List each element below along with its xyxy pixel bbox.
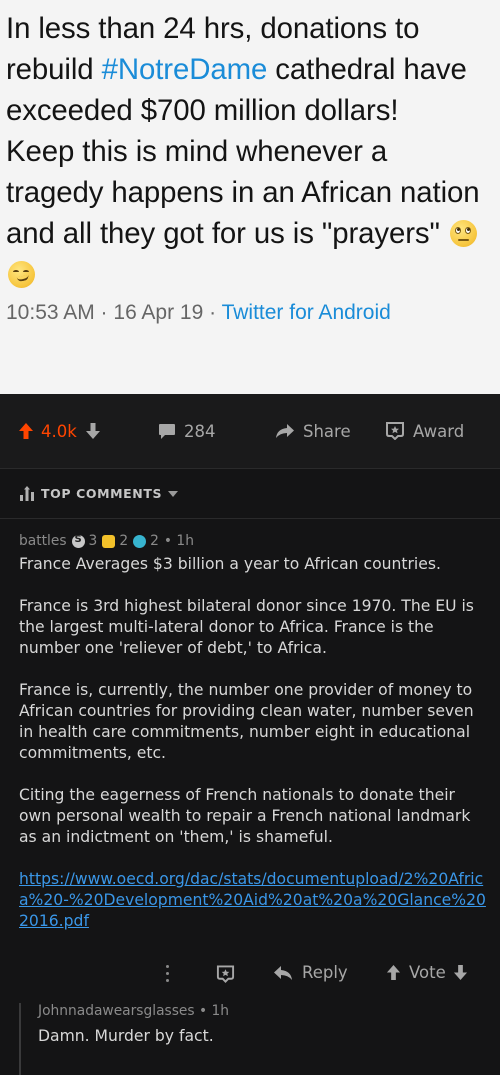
helpful-award-count: 2 <box>150 533 159 549</box>
tweet-screenshot: In less than 24 hrs, donations to rebuil… <box>0 0 500 394</box>
vote-label: Vote <box>409 963 446 982</box>
silver-award-icon <box>71 534 85 548</box>
vote-group: 4.0k <box>18 422 158 441</box>
sort-label: TOP COMMENTS <box>41 486 163 501</box>
upvote-arrow-icon[interactable] <box>386 964 401 981</box>
gold-award-count: 2 <box>119 533 129 549</box>
comment-paragraph: France Averages $3 billion a year to Afr… <box>19 555 441 573</box>
comment-body: France Averages $3 billion a year to Afr… <box>19 554 489 932</box>
tweet-text: In less than 24 hrs, donations to rebuil… <box>6 8 492 295</box>
reply-age: • 1h <box>199 1003 230 1019</box>
comment-paragraph: France is, currently, the number one pro… <box>19 681 474 762</box>
face-with-rolling-eyes-icon <box>449 220 477 247</box>
reply-comment: Johnnadawearsglasses • 1h Damn. Murder b… <box>19 1003 489 1075</box>
comment-sort-dropdown[interactable]: TOP COMMENTS <box>0 469 500 519</box>
thread-line[interactable] <box>19 1003 21 1075</box>
share-label: Share <box>303 421 351 441</box>
comment-count: 284 <box>184 421 216 441</box>
silver-award-count: 3 <box>88 533 98 549</box>
comment-paragraph: Citing the eagerness of French nationals… <box>19 786 471 846</box>
gold-award-icon <box>102 534 116 548</box>
award-icon[interactable] <box>216 965 235 983</box>
helpful-award-icon <box>133 534 147 548</box>
award-button[interactable]: Award <box>385 422 464 441</box>
reply-arrow-icon <box>274 965 292 980</box>
comment-vote: Vote <box>386 963 468 982</box>
comment-paragraph: France is 3rd highest bilateral donor si… <box>19 597 474 657</box>
comments-button[interactable]: 284 <box>158 422 275 441</box>
comment: battles 3 2 2 • 1h France Averages $3 bi… <box>19 531 489 932</box>
hashtag-link[interactable]: #NotreDame <box>102 53 268 86</box>
comment-author[interactable]: battles <box>19 533 67 549</box>
smirking-face-icon <box>8 261 35 288</box>
sort-bars-icon <box>20 485 34 501</box>
tweet-meta: 10:53 AM · 16 Apr 19 · Twitter for Andro… <box>6 301 492 325</box>
reply-author[interactable]: Johnnadawearsglasses <box>38 1003 195 1019</box>
downvote-arrow-icon[interactable] <box>453 964 468 981</box>
share-button[interactable]: Share <box>275 422 385 441</box>
award-icon <box>386 422 404 440</box>
comment-age: • 1h <box>163 533 194 549</box>
reply-header: Johnnadawearsglasses • 1h <box>38 1003 229 1019</box>
reply-label: Reply <box>302 963 348 982</box>
award-label: Award <box>413 421 465 441</box>
comment-toolbar: Reply Vote <box>0 955 500 993</box>
oecd-link[interactable]: https://www.oecd.org/dac/stats/documentu… <box>19 870 486 930</box>
more-options-icon[interactable] <box>166 965 169 983</box>
reply-button[interactable]: Reply <box>273 963 348 982</box>
tweet-source-link[interactable]: Twitter for Android <box>222 301 391 324</box>
chevron-down-icon <box>168 490 179 497</box>
vote-count: 4.0k <box>41 421 77 441</box>
tweet-timestamp: 10:53 AM · 16 Apr 19 · <box>6 301 222 324</box>
tweet-text-part: Keep this is mind whenever a tragedy hap… <box>6 135 480 250</box>
comment-header: battles 3 2 2 • 1h <box>19 531 489 551</box>
comment-bubble-icon <box>159 423 175 439</box>
downvote-arrow-icon[interactable] <box>85 422 101 440</box>
share-arrow-icon <box>276 424 294 438</box>
upvote-arrow-icon[interactable] <box>18 422 34 440</box>
post-action-bar: 4.0k 284 Share Award <box>0 394 500 468</box>
reply-text: Damn. Murder by fact. <box>38 1027 214 1045</box>
